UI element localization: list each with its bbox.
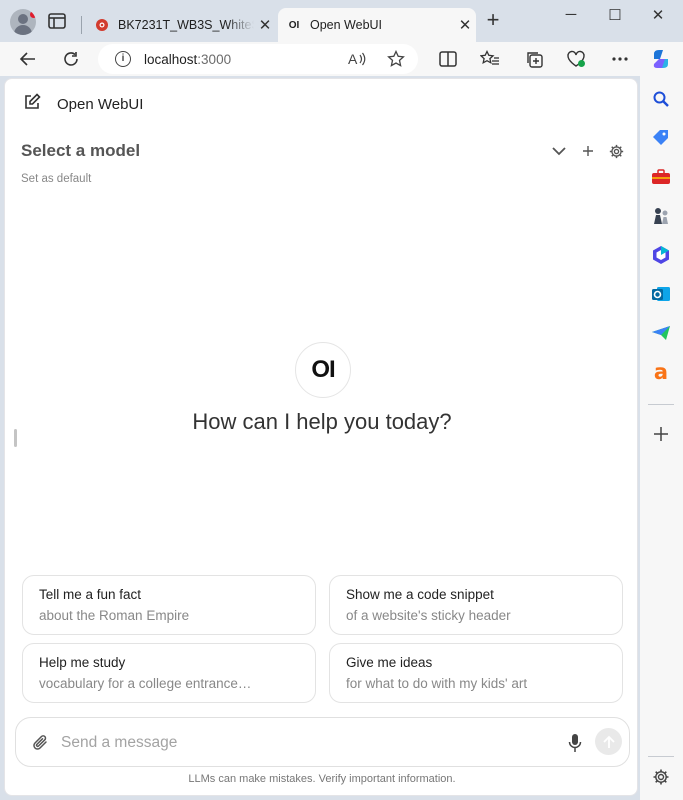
message-composer (15, 717, 630, 767)
more-menu-icon[interactable] (609, 48, 631, 70)
new-tab-button[interactable]: + (482, 9, 504, 32)
suggestion-subtitle: for what to do with my kids' art (346, 676, 528, 691)
suggestion-card[interactable]: Tell me a fun fact about the Roman Empir… (22, 575, 316, 635)
address-bar[interactable]: i localhost:3000 A (98, 44, 418, 74)
brand-name[interactable]: Open WebUI (57, 96, 143, 113)
read-aloud-icon[interactable]: A (348, 51, 366, 72)
copilot-icon[interactable] (650, 48, 672, 70)
m365-icon[interactable] (650, 244, 672, 266)
browser-essentials-icon[interactable] (565, 48, 587, 70)
suggestion-subtitle: about the Roman Empire (39, 608, 190, 623)
refresh-icon[interactable] (60, 48, 82, 70)
app-header: Open WebUI (23, 93, 143, 116)
maximize-button[interactable]: ☐ (595, 6, 635, 28)
microphone-icon[interactable] (564, 731, 586, 755)
tab-strip: BK7231T_WB3S_WhiteStrip ✕ OI Open WebUI … (0, 0, 683, 42)
navigation-bar: i localhost:3000 A (0, 42, 683, 76)
suggestion-card[interactable]: Help me study vocabulary for a college e… (22, 643, 316, 703)
set-default-link[interactable]: Set as default (21, 173, 91, 185)
address-url: localhost:3000 (144, 51, 232, 67)
greeting-heading: How can I help you today? (192, 409, 452, 434)
toolbox-icon[interactable] (650, 166, 672, 188)
tab-actions-icon[interactable] (48, 13, 66, 29)
collections-icon[interactable] (523, 48, 545, 70)
add-icon[interactable] (650, 423, 672, 445)
back-icon[interactable] (17, 48, 39, 70)
amazon-icon[interactable]: a (650, 361, 672, 383)
tag-icon[interactable] (650, 127, 672, 149)
sidebar-divider (648, 756, 674, 757)
svg-text:A: A (348, 51, 358, 67)
suggestion-title: Give me ideas (346, 655, 433, 670)
outlook-icon[interactable] (650, 283, 672, 305)
tab-title: BK7231T_WB3S_WhiteStrip (118, 18, 254, 32)
sidebar-divider (648, 404, 674, 405)
chip-icon (94, 17, 110, 33)
notification-dot (30, 11, 36, 18)
close-window-button[interactable]: ✕ (638, 6, 678, 28)
tab-close-icon[interactable]: ✕ (454, 16, 476, 34)
message-input[interactable] (61, 728, 551, 758)
suggestion-subtitle: vocabulary for a college entrance… (39, 676, 252, 691)
new-chat-icon[interactable] (23, 93, 41, 116)
search-icon[interactable] (650, 88, 672, 110)
paperclip-icon[interactable] (30, 732, 52, 754)
suggestion-card[interactable]: Show me a code snippet of a website's st… (329, 575, 623, 635)
tab-separator (81, 16, 82, 34)
chevron-down-icon[interactable] (549, 141, 569, 161)
favorite-star-icon[interactable] (387, 49, 405, 73)
openwebui-logo: OI (295, 342, 351, 398)
disclaimer-text: LLMs can make mistakes. Verify important… (188, 773, 456, 785)
split-screen-icon[interactable] (437, 48, 459, 70)
settings-icon[interactable] (650, 766, 672, 788)
profile-avatar[interactable] (10, 9, 36, 35)
chess-icon[interactable] (650, 205, 672, 227)
telegram-icon[interactable] (650, 322, 672, 344)
model-selector[interactable]: Select a model (21, 141, 140, 161)
favorites-icon[interactable] (479, 48, 501, 70)
add-model-icon[interactable] (578, 141, 598, 161)
suggestion-title: Show me a code snippet (346, 587, 494, 602)
minimize-button[interactable]: ─ (551, 6, 591, 28)
tab-title: Open WebUI (310, 18, 383, 32)
site-info-icon[interactable]: i (115, 51, 131, 67)
tab-close-icon[interactable]: ✕ (254, 16, 276, 34)
model-settings-icon[interactable] (606, 141, 626, 161)
send-button[interactable] (595, 728, 622, 755)
suggestion-subtitle: of a website's sticky header (346, 608, 511, 623)
edge-sidebar: a (640, 76, 683, 800)
suggestion-title: Help me study (39, 655, 126, 670)
suggestion-title: Tell me a fun fact (39, 587, 142, 602)
open-webui-page: Open WebUI Select a model Set as default… (4, 78, 638, 796)
tab-open-webui[interactable]: OI Open WebUI ✕ (278, 8, 476, 42)
openwebui-favicon-icon: OI (288, 19, 300, 31)
suggestion-card[interactable]: Give me ideas for what to do with my kid… (329, 643, 623, 703)
tab-bk7231t[interactable]: BK7231T_WB3S_WhiteStrip ✕ (86, 8, 276, 42)
